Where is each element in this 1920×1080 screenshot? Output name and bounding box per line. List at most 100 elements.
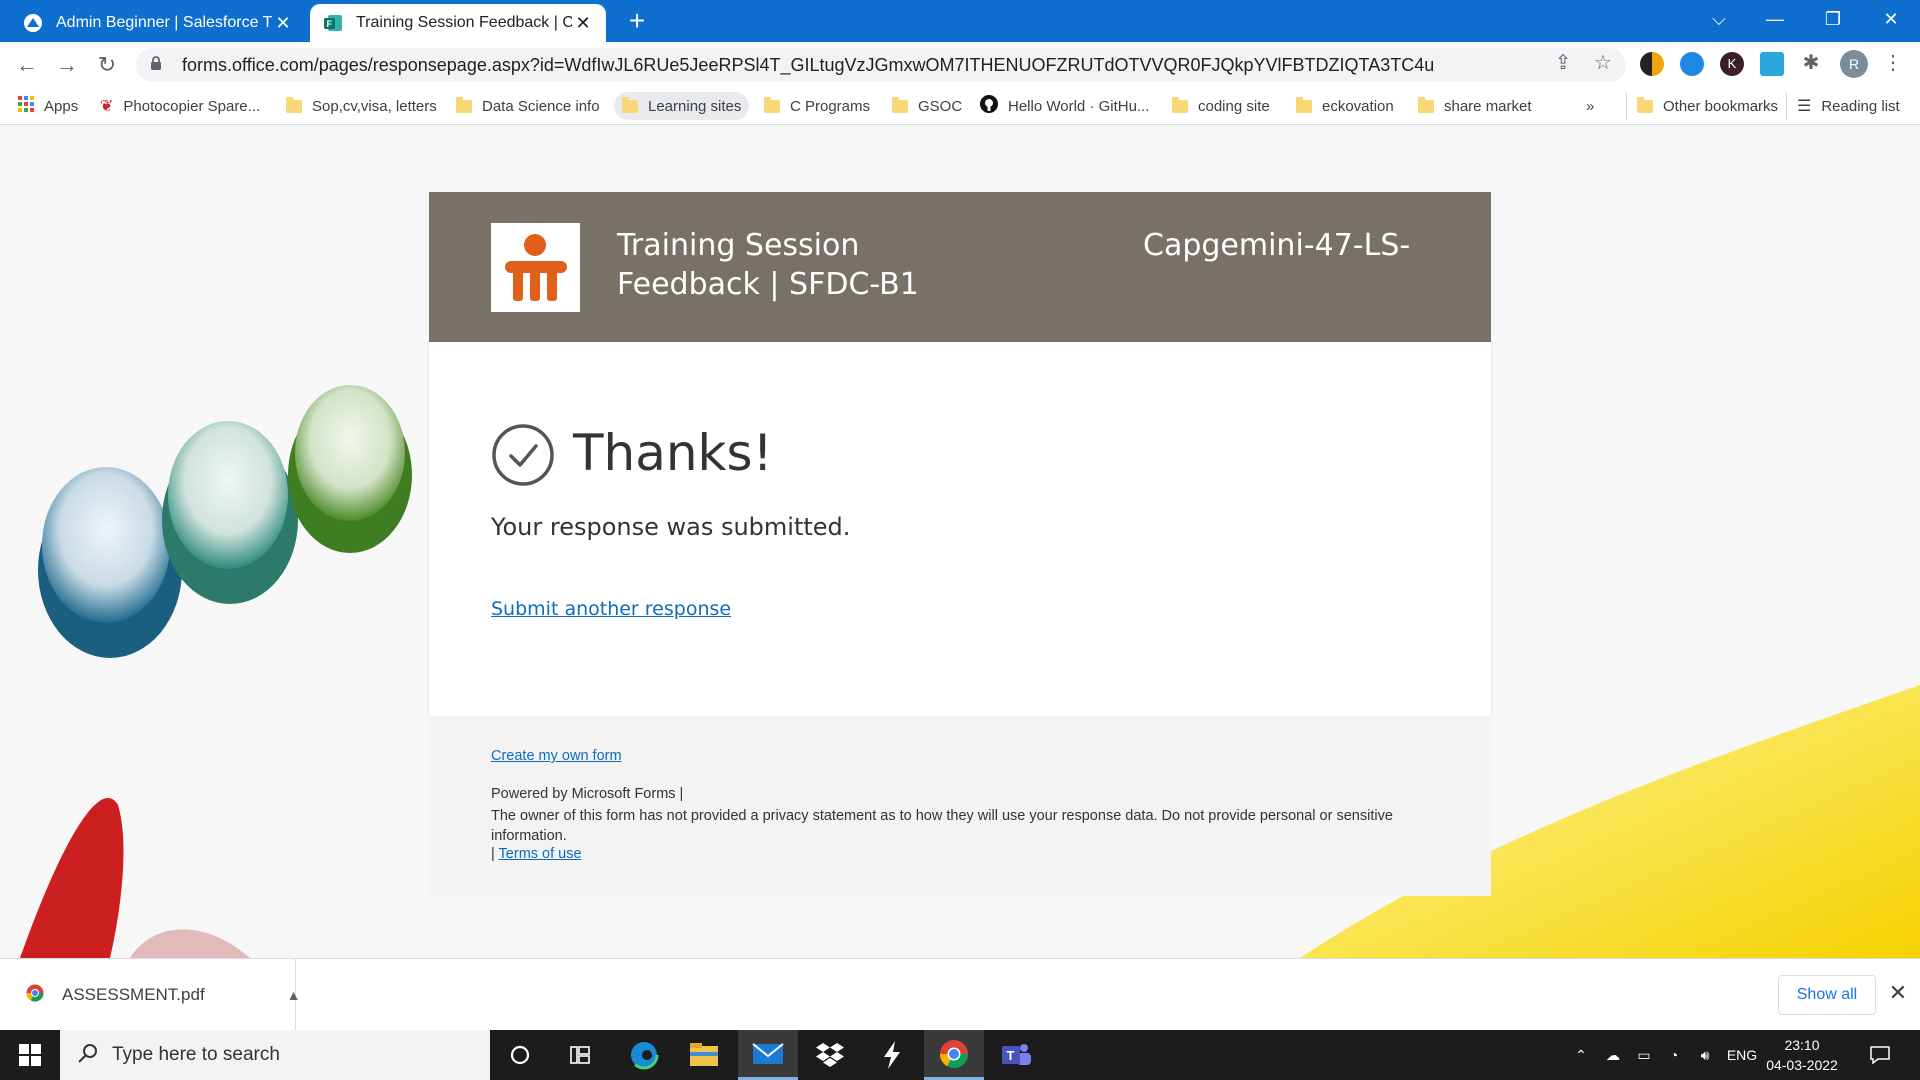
extension-icon[interactable] — [1640, 52, 1664, 76]
reading-list-button[interactable]: ☰ Reading list — [1786, 92, 1900, 120]
notifications-icon[interactable] — [1860, 1030, 1900, 1080]
search-placeholder: Type here to search — [112, 1044, 280, 1065]
bookmark-coding-site[interactable]: coding site — [1172, 92, 1270, 120]
download-shelf: ASSESSMENT.pdf ▲ Show all ✕ — [0, 958, 1920, 1031]
show-hidden-icons-chevron-icon[interactable]: ⌃ — [1568, 1030, 1594, 1080]
close-download-shelf-button[interactable]: ✕ — [1886, 981, 1910, 1005]
file-explorer-icon[interactable] — [674, 1030, 734, 1080]
onedrive-cloud-icon[interactable]: ☁ — [1598, 1030, 1628, 1080]
dropbox-icon[interactable] — [800, 1030, 860, 1080]
bookmark-star-icon[interactable]: ☆ — [1590, 50, 1616, 76]
submit-another-link[interactable]: Submit another response — [491, 598, 731, 620]
teams-icon[interactable]: T — [986, 1030, 1046, 1080]
forward-button[interactable]: → — [52, 50, 82, 80]
chrome-pdf-icon — [26, 984, 44, 1007]
bookmark-data-science[interactable]: Data Science info — [456, 92, 600, 120]
extension-icon[interactable] — [1760, 52, 1784, 76]
lock-icon[interactable] — [150, 56, 166, 74]
sfdx-icon[interactable] — [862, 1030, 922, 1080]
extensions-puzzle-icon[interactable]: ✱ — [1798, 50, 1824, 76]
bookmark-learning-sites[interactable]: Learning sites — [614, 92, 750, 120]
form-header: Training Session Feedback | SFDC-B1 Capg… — [429, 192, 1491, 342]
checkmark-circle-icon — [492, 424, 554, 486]
tab-salesforce-trailhead[interactable]: Admin Beginner | Salesforce Trail ✕ — [10, 4, 306, 42]
bookmarks-overflow-button[interactable]: » — [1586, 92, 1594, 120]
powered-by-text: Powered by Microsoft Forms | — [491, 786, 684, 802]
submitted-message: Your response was submitted. — [491, 513, 851, 541]
bookmark-label: Reading list — [1821, 97, 1900, 115]
terms-row: | Terms of use — [491, 846, 582, 862]
microsoft-forms-icon: F — [322, 12, 344, 34]
taskbar-clock[interactable]: 23:10 04-03-2022 — [1762, 1035, 1842, 1075]
bookmark-photocopier[interactable]: ❦ Photocopier Spare... — [100, 92, 260, 120]
folder-icon — [1637, 96, 1653, 113]
profile-avatar[interactable]: R — [1840, 50, 1868, 78]
windows-start-button[interactable] — [0, 1030, 60, 1080]
form-subtitle: Capgemini-47-LS- — [1143, 228, 1411, 263]
thanks-heading: Thanks! — [573, 424, 773, 482]
reload-button[interactable]: ↻ — [92, 50, 122, 80]
create-form-link[interactable]: Create my own form — [491, 748, 622, 764]
bookmark-apps[interactable]: Apps — [18, 92, 78, 120]
close-tab-icon[interactable]: ✕ — [272, 13, 294, 34]
extension-k-icon[interactable]: K — [1720, 52, 1744, 76]
photocopier-site-icon: ❦ — [100, 98, 114, 115]
bookmark-label: Apps — [44, 97, 79, 115]
cortana-icon[interactable] — [490, 1030, 550, 1080]
volume-icon[interactable]: 🔊︎ — [1690, 1030, 1720, 1080]
reading-list-icon: ☰ — [1797, 98, 1812, 115]
form-title: Training Session Feedback | SFDC-B1 — [617, 228, 919, 302]
tab-training-feedback[interactable]: F Training Session Feedback | Capgemini … — [310, 4, 606, 42]
tab-title: Admin Beginner | Salesforce Trail — [56, 14, 272, 31]
close-tab-icon[interactable]: ✕ — [572, 13, 594, 34]
bookmark-label: Sop,cv,visa, letters — [312, 97, 437, 115]
input-language-indicator[interactable]: ENG — [1722, 1030, 1762, 1080]
bookmark-gsoc[interactable]: GSOC — [892, 92, 962, 120]
form-footer: Create my own form Powered by Microsoft … — [429, 716, 1491, 896]
bookmark-other[interactable]: Other bookmarks — [1626, 92, 1778, 120]
task-view-icon[interactable] — [550, 1030, 610, 1080]
capgemini-logo — [491, 223, 580, 312]
restore-button[interactable]: ❐ — [1810, 0, 1856, 38]
chevron-up-icon[interactable]: ▲ — [287, 987, 301, 1003]
share-icon[interactable]: ⇪ — [1550, 50, 1576, 76]
bookmark-label: share market — [1444, 97, 1532, 115]
taskbar-search-input[interactable]: Type here to search — [60, 1030, 490, 1080]
bookmark-label: eckovation — [1322, 97, 1394, 115]
bookmark-sop[interactable]: Sop,cv,visa, letters — [286, 92, 437, 120]
bookmark-label: Photocopier Spare... — [123, 97, 261, 115]
svg-text:T: T — [1007, 1048, 1015, 1063]
url-text[interactable]: forms.office.com/pages/responsepage.aspx… — [182, 55, 1626, 76]
chrome-icon[interactable] — [924, 1030, 984, 1080]
battery-icon[interactable]: ▭ — [1630, 1030, 1658, 1080]
bookmark-label: Learning sites — [648, 97, 742, 115]
bookmark-c-programs[interactable]: C Programs — [764, 92, 870, 120]
windows-logo-icon — [19, 1044, 41, 1066]
terms-of-use-link[interactable]: Terms of use — [499, 846, 582, 862]
download-item[interactable]: ASSESSMENT.pdf ▲ — [0, 959, 301, 1031]
back-button[interactable]: ← — [12, 50, 42, 80]
wifi-icon[interactable]: ◔ — [1660, 1030, 1688, 1080]
folder-icon — [764, 96, 780, 113]
minimize-button[interactable]: — — [1752, 0, 1798, 38]
tab-title: Training Session Feedback | Capgemini — [356, 14, 572, 31]
omnibox[interactable]: forms.office.com/pages/responsepage.aspx… — [136, 48, 1626, 82]
bookmark-eckovation[interactable]: eckovation — [1296, 92, 1394, 120]
folder-icon — [1296, 96, 1312, 113]
bookmark-github[interactable]: Hello World · GitHu... — [980, 92, 1149, 120]
folder-icon — [1418, 96, 1434, 113]
menu-kebab-icon[interactable]: ⋮ — [1880, 50, 1906, 76]
tab-search-icon[interactable]: ⌵ — [1696, 0, 1742, 38]
show-all-button[interactable]: Show all — [1778, 975, 1876, 1015]
extension-icon[interactable] — [1680, 52, 1704, 76]
github-icon — [980, 95, 998, 117]
bookmark-label: Hello World · GitHu... — [1008, 97, 1150, 115]
bookmarks-bar: Apps ❦ Photocopier Spare... Sop,cv,visa,… — [0, 88, 1920, 125]
new-tab-button[interactable]: + — [622, 6, 652, 36]
page-viewport: Training Session Feedback | SFDC-B1 Capg… — [0, 125, 1920, 958]
bookmark-share-market[interactable]: share market — [1418, 92, 1532, 120]
edge-icon[interactable] — [614, 1030, 674, 1080]
folder-icon — [1172, 96, 1188, 113]
mail-icon[interactable] — [738, 1030, 798, 1080]
close-window-button[interactable]: ✕ — [1868, 0, 1914, 38]
